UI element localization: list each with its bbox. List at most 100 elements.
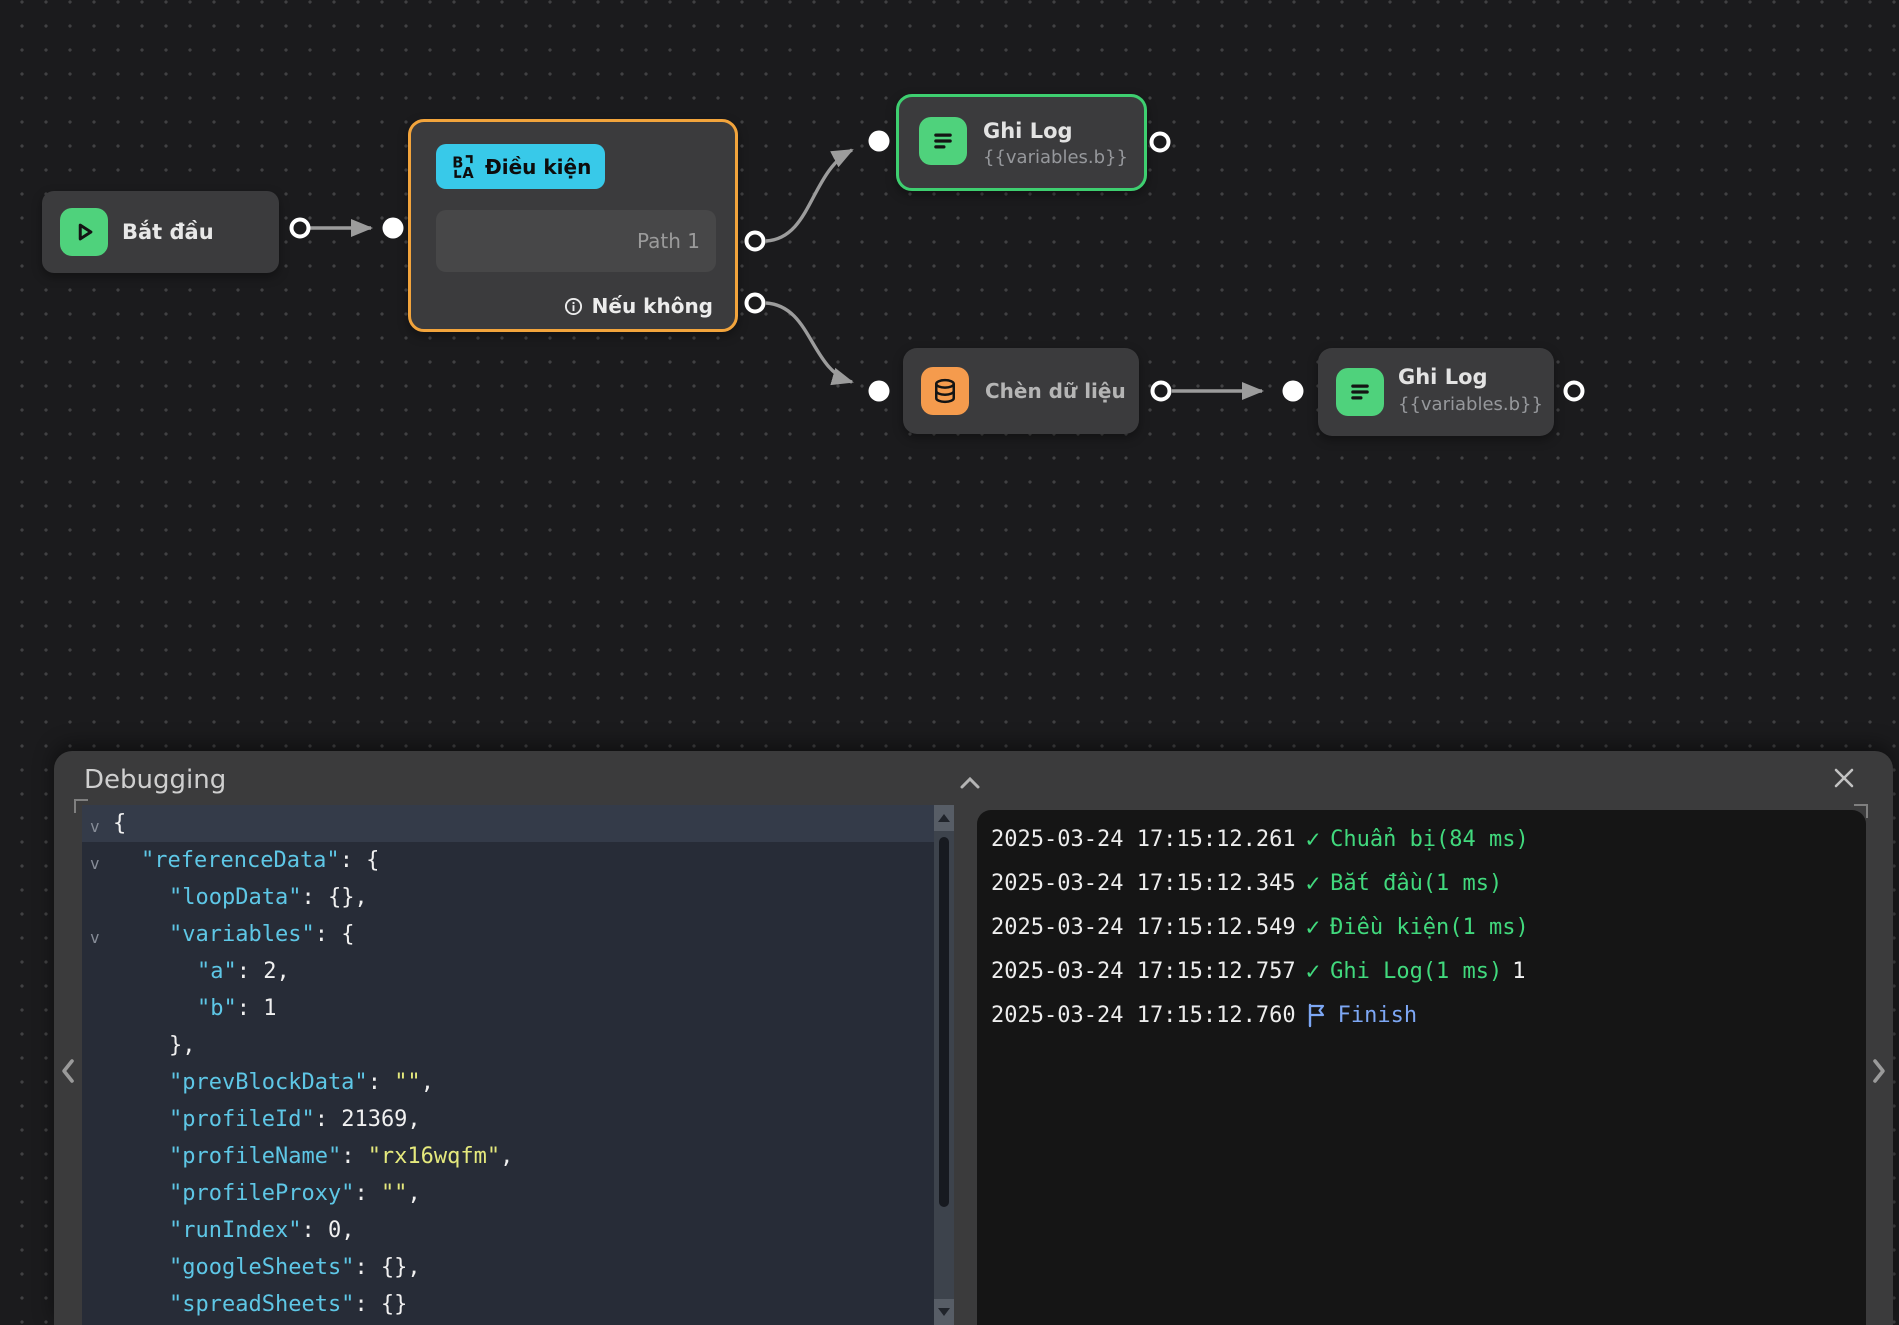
port-output-log-bottom[interactable] (1564, 381, 1585, 402)
json-token: "googleSheets" (169, 1255, 354, 1280)
insert-data-label: Chèn dữ liệu (985, 348, 1126, 434)
json-token: "profileProxy" (169, 1181, 354, 1206)
json-token: "prevBlockData" (169, 1070, 368, 1095)
json-token: "profileName" (169, 1144, 341, 1169)
port-input-insert-data[interactable] (869, 381, 890, 402)
execution-log-viewer[interactable]: 2025-03-24 17:15:12.261✓Chuẩn bị(84 ms)2… (977, 810, 1866, 1325)
syntax-ba-icon: B A (450, 153, 477, 180)
chevron-right-icon[interactable] (1869, 1057, 1889, 1085)
condition-else-label: Nếu không (592, 294, 713, 318)
log-message: Bắt đầu(1 ms) (1330, 871, 1502, 896)
json-token: 1 (263, 996, 276, 1021)
check-icon: ✓ (1306, 913, 1320, 941)
condition-else-row[interactable]: Nếu không (564, 289, 713, 323)
collapse-toggle-icon[interactable]: v (90, 919, 100, 956)
log-entry: 2025-03-24 17:15:12.760 Finish (991, 993, 1866, 1037)
json-token: : {} (354, 1292, 407, 1317)
log-lines-icon (919, 117, 967, 165)
log-timestamp: 2025-03-24 17:15:12.757 (991, 959, 1296, 984)
log-entry: 2025-03-24 17:15:12.345✓Bắt đầu(1 ms) (991, 861, 1866, 905)
chevron-up-icon[interactable] (959, 775, 981, 789)
json-scrollbar[interactable] (934, 805, 954, 1325)
json-token: "runIndex" (169, 1218, 301, 1243)
port-input-log-bottom[interactable] (1283, 381, 1304, 402)
flag-icon (1306, 1002, 1328, 1028)
json-token: : (315, 1107, 342, 1132)
scroll-down-button[interactable] (934, 1299, 954, 1325)
json-token: "profileId" (169, 1107, 315, 1132)
log-suffix: 1 (1512, 959, 1525, 984)
log-message: Chuẩn bị(84 ms) (1330, 827, 1529, 852)
json-line: "profileName": "rx16wqfm", (82, 1138, 934, 1175)
port-output-start[interactable] (290, 218, 311, 239)
json-token: : {}, (301, 885, 367, 910)
check-icon: ✓ (1306, 869, 1320, 897)
json-line: "loopData": {}, (82, 879, 934, 916)
node-start[interactable]: Bắt đầu (42, 191, 279, 273)
svg-text:A: A (462, 165, 474, 180)
edge-condition-else-to-insert[interactable] (766, 303, 852, 382)
log-entry: 2025-03-24 17:15:12.549 ✓ Điều kiện(1 ms) (991, 905, 1866, 949)
collapse-toggle-icon[interactable]: v (90, 808, 100, 845)
condition-badge-label: Điều kiện (485, 155, 591, 179)
json-line: v "variables": { (82, 916, 934, 953)
check-icon: ✓ (1306, 825, 1320, 853)
json-token: : {}, (354, 1255, 420, 1280)
collapse-toggle-icon[interactable]: v (90, 845, 100, 882)
condition-path-row[interactable]: Path 1 (436, 210, 716, 272)
chevron-left-icon[interactable] (58, 1057, 78, 1085)
log-entry: 2025-03-24 17:15:12.261 ✓ Chuẩn bị(84 ms) (991, 817, 1866, 861)
port-output-log-top[interactable] (1150, 132, 1171, 153)
debugging-panel: Debugging v{v"referenceData" (54, 751, 1893, 1325)
port-output-condition-else[interactable] (745, 293, 766, 314)
json-token: : { (315, 922, 355, 947)
json-token: : (341, 1144, 368, 1169)
log-bottom-subtitle: {{variables.b}} (1398, 394, 1543, 415)
debugging-panel-title: Debugging (84, 765, 226, 795)
json-token: 21369, (341, 1107, 420, 1132)
database-icon (921, 367, 969, 415)
json-token: "referenceData" (141, 848, 340, 873)
scroll-up-button[interactable] (934, 805, 954, 831)
json-token: "rx16wqfm" (368, 1144, 500, 1169)
json-token: , (407, 1181, 420, 1206)
port-output-insert-data[interactable] (1151, 381, 1172, 402)
log-timestamp: 2025-03-24 17:15:12.760 (991, 1003, 1296, 1028)
edge-condition-path1-to-log[interactable] (766, 150, 852, 241)
workflow-editor: Bắt đầu B A Điều kiện Path 1 (0, 0, 1899, 1325)
json-token: : (237, 959, 264, 984)
condition-path-label: Path 1 (637, 229, 700, 253)
json-token: "" (394, 1070, 421, 1095)
json-token: 0, (328, 1218, 355, 1243)
node-log-top[interactable]: Ghi Log {{variables.b}} (896, 94, 1147, 191)
log-entry: 2025-03-24 17:15:12.757✓Ghi Log(1 ms)1 (991, 949, 1866, 993)
log-timestamp: 2025-03-24 17:15:12.549 (991, 915, 1296, 940)
scrollbar-thumb[interactable] (939, 837, 949, 1207)
node-log-bottom[interactable]: Ghi Log {{variables.b}} (1318, 348, 1554, 436)
port-output-condition-path1[interactable] (745, 231, 766, 252)
json-token: "variables" (169, 922, 315, 947)
json-line: "prevBlockData": "", (82, 1064, 934, 1101)
node-insert-data[interactable]: Chèn dữ liệu (903, 348, 1139, 434)
json-token: }, (169, 1033, 196, 1058)
node-condition[interactable]: B A Điều kiện Path 1 (408, 119, 738, 332)
json-line: "googleSheets": {}, (82, 1249, 934, 1286)
json-token: : { (340, 848, 380, 873)
log-top-title: Ghi Log (983, 119, 1073, 143)
log-message: Điều kiện(1 ms) (1330, 915, 1529, 940)
port-input-log-top[interactable] (869, 131, 890, 152)
json-code: v{v"referenceData": {"loopData": {},v"va… (82, 805, 934, 1323)
log-top-subtitle: {{variables.b}} (983, 147, 1128, 168)
log-lines-icon (1336, 368, 1384, 416)
log-message: Finish (1338, 1003, 1417, 1028)
json-token: : (237, 996, 264, 1021)
json-data-viewer[interactable]: v{v"referenceData": {"loopData": {},v"va… (82, 805, 954, 1325)
json-token: "a" (197, 959, 237, 984)
log-timestamp: 2025-03-24 17:15:12.261 (991, 827, 1296, 852)
json-token: , (421, 1070, 434, 1095)
close-icon[interactable] (1831, 765, 1857, 791)
json-line: "a": 2, (82, 953, 934, 990)
port-input-condition[interactable] (383, 218, 404, 239)
json-line: }, (82, 1027, 934, 1064)
check-icon: ✓ (1306, 957, 1320, 985)
